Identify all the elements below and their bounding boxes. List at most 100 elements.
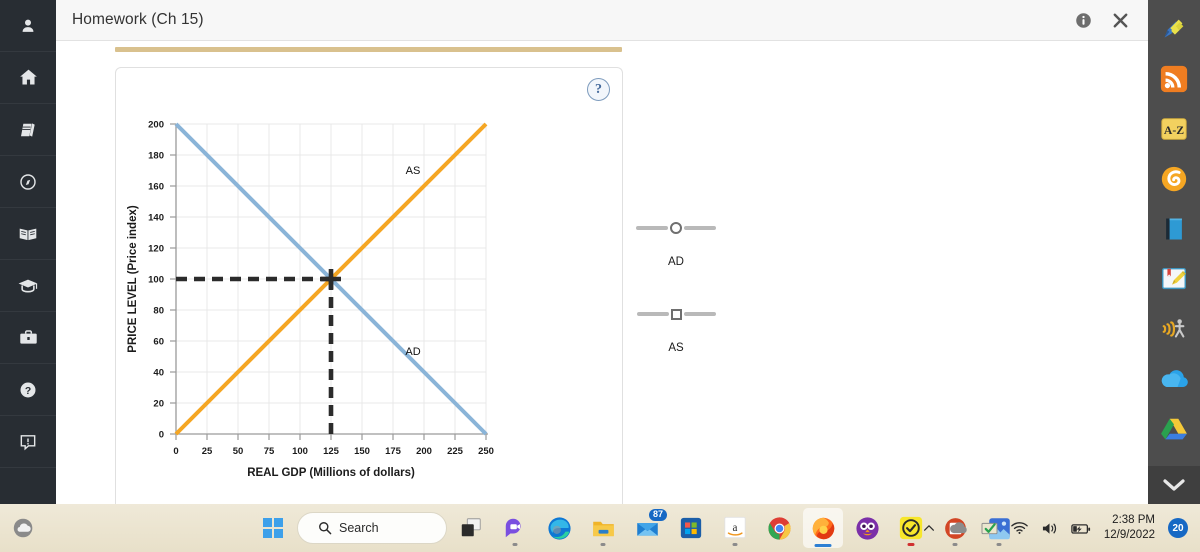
sidebar-item-help[interactable]: ?: [0, 364, 56, 416]
slider-handle-circle[interactable]: [670, 222, 682, 234]
spiral-logo-icon: [1161, 166, 1187, 192]
search-input[interactable]: Search: [297, 512, 447, 544]
as-curve-label: AS: [406, 165, 421, 177]
onedrive-cloud-icon: [1161, 370, 1188, 387]
tray-overflow-button[interactable]: [922, 521, 936, 535]
curve-sliders: AD AS: [621, 218, 731, 390]
left-navigation-rail: ?: [0, 0, 56, 504]
onedrive-icon: [949, 522, 967, 534]
tray-security[interactable]: [981, 521, 998, 536]
close-icon: [1113, 13, 1128, 27]
sidebar-item-feedback[interactable]: [0, 416, 56, 468]
ad-curve-label: AD: [405, 346, 420, 358]
wifi-icon: [1011, 522, 1028, 534]
book-icon: [19, 122, 35, 137]
tool-dictionary[interactable]: A-Z: [1148, 104, 1200, 154]
sidebar-item-account[interactable]: [0, 0, 56, 52]
graduation-cap-icon: [18, 279, 38, 292]
taskbar-file-explorer[interactable]: [583, 508, 623, 548]
y-axis-title: PRICE LEVEL (Price index): [127, 205, 139, 353]
y-tick-label: 180: [148, 151, 164, 162]
svg-text:A-Z: A-Z: [1164, 124, 1184, 137]
sidebar-item-courses[interactable]: [0, 260, 56, 312]
tool-notes[interactable]: [1148, 254, 1200, 304]
windows-start-icon: [263, 518, 283, 538]
tool-google-drive[interactable]: [1148, 404, 1200, 454]
pen-highlighter-icon: [1164, 19, 1184, 38]
y-tick-label: 60: [153, 337, 164, 348]
sidebar-item-explore[interactable]: [0, 156, 56, 208]
firefox-icon: [812, 517, 834, 539]
y-tick-label: 120: [148, 244, 164, 255]
weather-widget[interactable]: [10, 514, 38, 542]
sidebar-item-study[interactable]: [0, 208, 56, 260]
taskbar-clock[interactable]: 2:38 PM 12/9/2022: [1104, 513, 1155, 543]
taskbar-task-view[interactable]: [451, 508, 491, 548]
y-tick-label: 80: [153, 306, 164, 317]
tool-onedrive[interactable]: [1148, 354, 1200, 404]
y-tick-label: 200: [148, 120, 164, 131]
sidebar-item-career[interactable]: [0, 312, 56, 364]
taskbar-mail[interactable]: 87: [627, 508, 667, 548]
blue-book-icon: [1166, 218, 1182, 240]
tray-battery[interactable]: [1071, 522, 1091, 535]
a-z-dictionary-icon: A-Z: [1161, 118, 1187, 140]
taskbar-app-area: Search 87 a: [253, 504, 1019, 552]
ad-slider-group: AD: [621, 218, 731, 268]
taskbar-chat[interactable]: [495, 508, 535, 548]
x-tick-label: 0: [173, 446, 178, 457]
as-slider-label: AS: [668, 342, 684, 354]
search-label: Search: [339, 521, 379, 535]
notification-badge[interactable]: 20: [1168, 518, 1188, 538]
tray-onedrive[interactable]: [949, 521, 968, 535]
task-view-icon: [461, 518, 481, 537]
chat-teams-icon: [505, 518, 521, 538]
open-book-icon: [18, 227, 38, 241]
main-content: ? 200 180 160 140 120 100 80 60 40 20 0 …: [56, 41, 1148, 504]
close-button[interactable]: [1111, 11, 1130, 30]
tray-volume[interactable]: [1041, 521, 1058, 536]
compass-icon: [20, 173, 36, 190]
rss-icon: [1160, 65, 1188, 93]
y-tick-label: 160: [148, 182, 164, 193]
x-tick-label: 250: [478, 446, 494, 457]
slider-track-left: [636, 312, 669, 316]
y-axis-ticks: 200 180 160 140 120 100 80 60 40 20 0: [148, 120, 176, 441]
battery-charging-icon: [1071, 523, 1090, 534]
collapse-tool-rail-button[interactable]: [1148, 466, 1200, 504]
start-button[interactable]: [253, 508, 293, 548]
taskbar-firefox[interactable]: [803, 508, 843, 548]
question-card: ? 200 180 160 140 120 100 80 60 40 20 0 …: [115, 67, 716, 504]
accent-divider: [115, 47, 622, 52]
running-indicator: [512, 543, 518, 546]
info-button[interactable]: [1074, 11, 1093, 30]
chrome-icon: [767, 516, 791, 540]
sidebar-item-home[interactable]: [0, 52, 56, 104]
system-tray: 2:38 PM 12/9/2022 20: [922, 504, 1192, 552]
tool-feed[interactable]: [1148, 54, 1200, 104]
taskbar-edge[interactable]: [539, 508, 579, 548]
aggregate-demand-supply-chart: 200 180 160 140 120 100 80 60 40 20 0 0 …: [116, 104, 556, 504]
tool-highlighter[interactable]: [1148, 4, 1200, 54]
person-icon: [22, 19, 34, 32]
tool-library[interactable]: [1148, 204, 1200, 254]
tool-reader[interactable]: [1148, 154, 1200, 204]
x-tick-label: 225: [447, 446, 464, 457]
taskbar-microsoft-store[interactable]: [671, 508, 711, 548]
tool-read-aloud[interactable]: [1148, 304, 1200, 354]
taskbar-owl-app[interactable]: [847, 508, 887, 548]
x-tick-label: 100: [292, 446, 308, 457]
as-slider[interactable]: [621, 304, 731, 324]
ad-slider[interactable]: [621, 218, 731, 238]
info-icon: [1076, 12, 1091, 28]
help-button[interactable]: ?: [587, 78, 610, 101]
taskbar-chrome[interactable]: [759, 508, 799, 548]
y-tick-label: 100: [148, 275, 164, 286]
slider-handle-square[interactable]: [670, 308, 682, 320]
sidebar-item-textbook[interactable]: [0, 104, 56, 156]
owl-icon: [855, 516, 879, 540]
clock-date: 12/9/2022: [1103, 529, 1155, 541]
taskbar-amazon[interactable]: a: [715, 508, 755, 548]
tray-wifi[interactable]: [1011, 521, 1028, 535]
volume-icon: [1042, 522, 1056, 534]
